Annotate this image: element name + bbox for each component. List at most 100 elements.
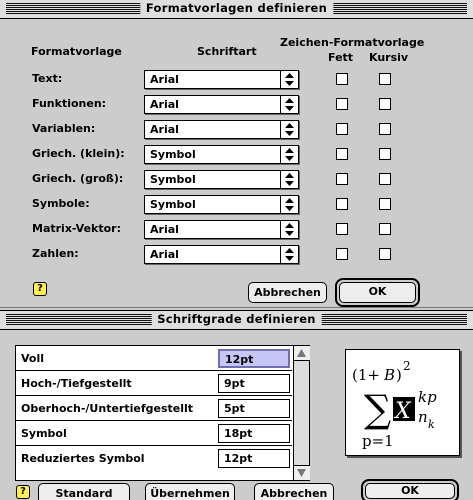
size-list: Voll 12pt Hoch-/Tiefgestellt 9pt Oberhoc… — [15, 345, 310, 481]
font-popup-greek-upper[interactable]: Symbol — [144, 170, 299, 189]
bold-checkbox-numbers[interactable] — [336, 248, 348, 260]
size-field-reduced-symbol[interactable]: 12pt — [218, 449, 290, 468]
scroll-up-arrow-icon[interactable] — [294, 346, 310, 361]
formula-lower-limit: p=1 — [362, 432, 394, 450]
italic-checkbox-text[interactable] — [379, 73, 391, 85]
title-bar[interactable]: Schriftgrade definieren — [0, 311, 473, 330]
row-label-numbers: Zahlen: — [32, 247, 79, 260]
ok-button[interactable]: OK — [361, 479, 459, 500]
font-value: Arial — [150, 73, 179, 86]
size-label: Reduziertes Symbol — [21, 452, 145, 465]
updown-arrows-icon — [280, 146, 298, 163]
row-label-text: Text: — [32, 72, 63, 85]
font-popup-symbols[interactable]: Symbol — [144, 195, 299, 214]
help-icon[interactable]: ? — [16, 485, 30, 499]
apply-button[interactable]: Übernehmen — [145, 483, 235, 500]
size-label: Symbol — [21, 427, 67, 440]
updown-arrows-icon — [280, 221, 298, 238]
size-field-symbol[interactable]: 18pt — [218, 424, 290, 443]
font-value: Arial — [150, 98, 179, 111]
formula-n: n — [418, 408, 428, 426]
italic-checkbox-greek-upper[interactable] — [379, 173, 391, 185]
formula-close-paren: ) — [396, 366, 402, 384]
size-label: Voll — [21, 352, 45, 365]
size-field-sub-sub-superscript[interactable]: 5pt — [218, 399, 290, 418]
updown-arrows-icon — [280, 96, 298, 113]
column-header-font: Schriftart — [197, 45, 257, 58]
font-value: Arial — [150, 248, 179, 261]
size-row-sub-superscript: Hoch-/Tiefgestellt 9pt — [16, 371, 292, 396]
bold-checkbox-greek-lower[interactable] — [336, 148, 348, 160]
font-value: Symbol — [150, 173, 196, 186]
font-sizes-dialog: Schriftgrade definieren Voll 12pt Hoch-/… — [0, 310, 473, 500]
font-popup-variables[interactable]: Arial — [144, 120, 299, 139]
formula-sum-sign: ∑ — [364, 387, 391, 431]
italic-checkbox-functions[interactable] — [379, 98, 391, 110]
italic-checkbox-greek-lower[interactable] — [379, 148, 391, 160]
cancel-button[interactable]: Abbrechen — [248, 282, 327, 303]
ok-button[interactable]: OK — [335, 278, 420, 307]
formula-B: B — [383, 366, 395, 384]
size-row-symbol: Symbol 18pt — [16, 421, 292, 446]
ok-button-label: OK — [339, 282, 416, 303]
bold-checkbox-variables[interactable] — [336, 123, 348, 135]
row-label-greek-upper: Griech. (groß): — [32, 172, 124, 185]
size-label: Oberhoch-/Untertiefgestellt — [21, 402, 194, 415]
updown-arrows-icon — [280, 121, 298, 138]
format-styles-dialog: Formatvorlagen definieren Formatvorlage … — [0, 0, 473, 308]
font-popup-numbers[interactable]: Arial — [144, 245, 299, 264]
bold-checkbox-functions[interactable] — [336, 98, 348, 110]
bold-checkbox-text[interactable] — [336, 73, 348, 85]
formula-preview-image: (1+ B ) 2 ∑ X kp n k p=1 — [352, 359, 437, 450]
updown-arrows-icon — [280, 196, 298, 213]
column-header-char-style: Zeichen-Formatvorlage — [280, 36, 425, 49]
italic-checkbox-symbols[interactable] — [379, 198, 391, 210]
standard-button[interactable]: Standard — [38, 483, 130, 500]
size-field-full[interactable]: 12pt — [218, 349, 290, 368]
bold-checkbox-matrix-vector[interactable] — [336, 223, 348, 235]
column-header-style: Formatvorlage — [31, 45, 122, 58]
ok-button-label: OK — [365, 483, 455, 499]
scroll-down-arrow-icon[interactable] — [294, 465, 310, 480]
dialog-title: Formatvorlagen definieren — [139, 1, 334, 15]
font-value: Arial — [150, 123, 179, 136]
font-value: Symbol — [150, 198, 196, 211]
updown-arrows-icon — [280, 171, 298, 188]
font-value: Symbol — [150, 148, 196, 161]
row-label-functions: Funktionen: — [32, 97, 107, 110]
title-bar[interactable]: Formatvorlagen definieren — [0, 0, 473, 19]
size-row-reduced-symbol: Reduziertes Symbol 12pt — [16, 446, 292, 471]
size-label: Hoch-/Tiefgestellt — [21, 377, 132, 390]
column-header-italic: Kursiv — [369, 51, 409, 64]
size-row-sub-sub-superscript: Oberhoch-/Untertiefgestellt 5pt — [16, 396, 292, 421]
row-label-variables: Variablen: — [32, 122, 96, 135]
font-popup-functions[interactable]: Arial — [144, 95, 299, 114]
size-field-sub-superscript[interactable]: 9pt — [218, 374, 290, 393]
updown-arrows-icon — [280, 71, 298, 88]
font-value: Arial — [150, 223, 179, 236]
italic-checkbox-matrix-vector[interactable] — [379, 223, 391, 235]
cancel-button[interactable]: Abbrechen — [254, 483, 334, 500]
formula-preview: (1+ B ) 2 ∑ X kp n k p=1 — [345, 349, 460, 456]
font-popup-greek-lower[interactable]: Symbol — [144, 145, 299, 164]
italic-checkbox-variables[interactable] — [379, 123, 391, 135]
size-row-full: Voll 12pt — [16, 346, 292, 371]
vertical-scrollbar[interactable] — [293, 346, 310, 480]
formula-kp: kp — [418, 388, 437, 406]
bold-checkbox-greek-upper[interactable] — [336, 173, 348, 185]
formula-X: X — [393, 399, 412, 424]
row-label-matrix-vector: Matrix-Vektor: — [32, 222, 122, 235]
font-popup-matrix-vector[interactable]: Arial — [144, 220, 299, 239]
bold-checkbox-symbols[interactable] — [336, 198, 348, 210]
column-header-bold: Fett — [328, 51, 354, 64]
formula-exponent: 2 — [403, 359, 411, 373]
dialog-title: Schriftgrade definieren — [151, 312, 322, 326]
formula-open-paren: (1+ — [352, 366, 380, 384]
font-popup-text[interactable]: Arial — [144, 70, 299, 89]
row-label-symbols: Symbole: — [32, 197, 90, 210]
italic-checkbox-numbers[interactable] — [379, 248, 391, 260]
help-icon[interactable]: ? — [33, 282, 47, 296]
row-label-greek-lower: Griech. (klein): — [32, 147, 125, 160]
formula-k: k — [428, 418, 435, 431]
updown-arrows-icon — [280, 246, 298, 263]
